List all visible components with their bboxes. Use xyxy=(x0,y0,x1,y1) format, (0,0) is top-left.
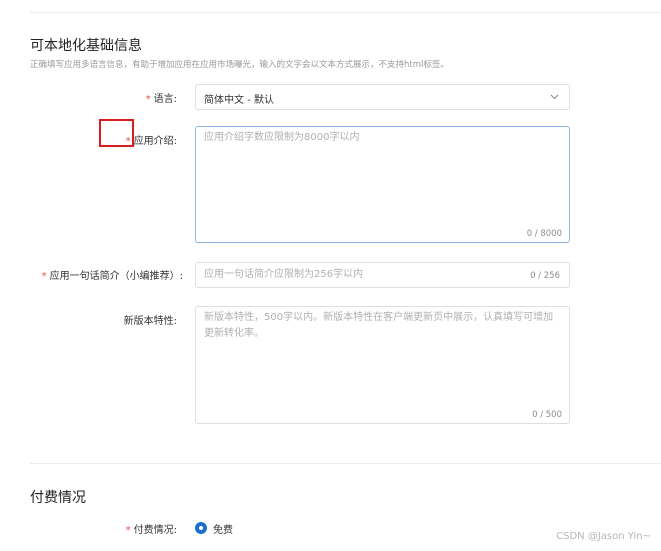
payment-label-text: 付费情况: xyxy=(133,525,177,536)
new-features-label-text: 新版本特性: xyxy=(123,316,177,327)
language-label: * 语言: xyxy=(146,90,177,105)
language-label-text: 语言: xyxy=(153,94,177,105)
one-line-input[interactable]: 应用一句话简介应限制为256字以内 0 / 256 xyxy=(195,262,570,288)
intro-label-text: 应用介绍: xyxy=(133,136,177,147)
intro-textarea[interactable]: 应用介绍字数应限制为8000字以内 0 / 8000 xyxy=(195,126,570,243)
section-title-localized: 可本地化基础信息 xyxy=(30,38,142,54)
new-features-textarea[interactable]: 新版本特性，500字以内。新版本特性在客户端更新页中展示，认真填写可增加更新转化… xyxy=(195,306,570,424)
section-divider xyxy=(30,463,661,464)
required-mark: * xyxy=(41,271,47,282)
intro-counter: 0 / 8000 xyxy=(526,229,562,239)
chevron-down-icon xyxy=(550,94,559,100)
one-line-label-text: 应用一句话简介（小编推荐）: xyxy=(49,271,183,282)
section-subtitle-localized: 正确填写应用多语言信息，有助于增加应用在应用市场曝光，输入的文字会以文本方式展示… xyxy=(30,60,449,70)
section-title-payment: 付费情况 xyxy=(30,490,86,506)
payment-free-radio[interactable] xyxy=(195,522,207,534)
one-line-label: * 应用一句话简介（小编推荐）: xyxy=(42,267,183,282)
payment-free-label[interactable]: 免费 xyxy=(213,521,233,536)
required-mark: * xyxy=(145,94,151,105)
new-features-label: 新版本特性: xyxy=(124,312,177,327)
csdn-watermark: CSDN @Jason Yin~ xyxy=(556,531,651,542)
one-line-counter: 0 / 256 xyxy=(530,271,560,281)
payment-label: * 付费情况: xyxy=(126,521,177,536)
language-select[interactable]: 简体中文 - 默认 xyxy=(195,84,570,110)
intro-placeholder: 应用介绍字数应限制为8000字以内 xyxy=(204,132,360,143)
required-mark: * xyxy=(125,525,131,536)
new-features-counter: 0 / 500 xyxy=(532,410,562,420)
new-features-placeholder: 新版本特性，500字以内。新版本特性在客户端更新页中展示，认真填写可增加更新转化… xyxy=(204,312,554,339)
top-divider xyxy=(30,12,661,13)
one-line-placeholder: 应用一句话简介应限制为256字以内 xyxy=(204,269,364,280)
annotation-red-box xyxy=(99,119,134,147)
language-select-value: 简体中文 - 默认 xyxy=(204,95,274,106)
